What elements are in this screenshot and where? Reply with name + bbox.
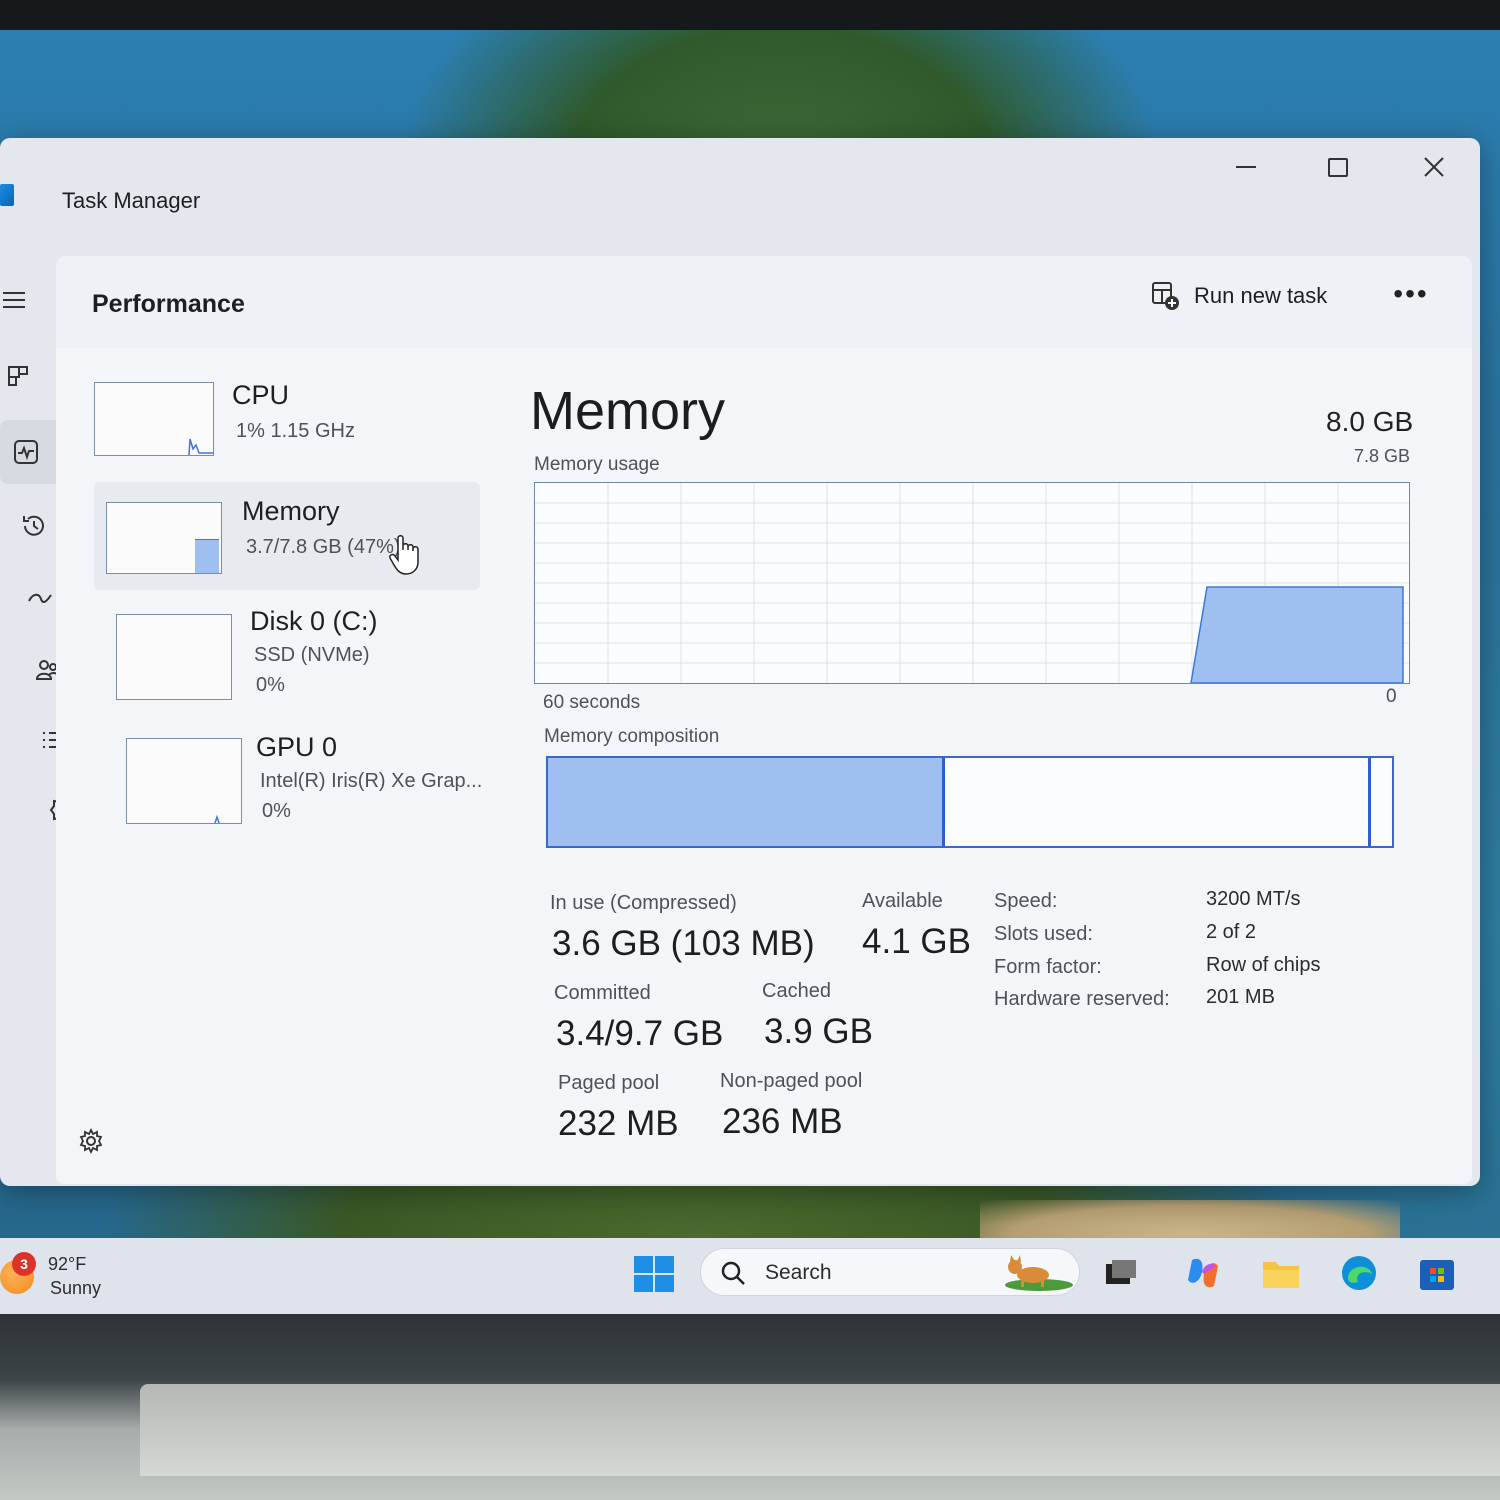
menu-icon — [3, 292, 25, 308]
disk-thumbnail — [116, 614, 232, 700]
laptop-hinge — [140, 1384, 1500, 1476]
minimize-button[interactable] — [1224, 152, 1268, 182]
maximize-icon — [1328, 157, 1348, 177]
non-paged-pool-label: Non-paged pool — [720, 1070, 863, 1092]
non-paged-pool-value: 236 MB — [722, 1102, 843, 1141]
hand-cursor-icon — [389, 535, 419, 575]
app-history-icon — [23, 515, 44, 536]
performance-pane: Performance Run new task ••• CPU 1% 1.15… — [56, 256, 1472, 1184]
store-icon — [1420, 1260, 1454, 1290]
device-stat: 1% 1.15 GHz — [236, 420, 355, 442]
slots-used-value: 2 of 2 — [1206, 921, 1257, 943]
memory-usage-plot — [535, 483, 1409, 684]
close-button[interactable] — [1412, 152, 1456, 182]
device-memory[interactable]: Memory 3.7/7.8 GB (47%) — [94, 482, 480, 590]
start-button[interactable] — [632, 1254, 676, 1294]
run-new-task-label: Run new task — [1194, 283, 1328, 308]
hardware-reserved-value: 201 MB — [1206, 986, 1275, 1008]
form-factor-label: Form factor: — [994, 956, 1102, 978]
speed-value: 3200 MT/s — [1206, 888, 1301, 910]
memory-heading: Memory — [530, 381, 726, 441]
composition-free — [1368, 758, 1392, 846]
cached-value: 3.9 GB — [764, 1012, 873, 1051]
committed-label: Committed — [554, 982, 651, 1004]
in-use-value: 3.6 GB (103 MB) — [552, 924, 815, 963]
graph-time-span: 60 seconds — [543, 692, 641, 713]
edge-button[interactable] — [1338, 1252, 1380, 1294]
form-factor-value: Row of chips — [1206, 954, 1321, 976]
composition-in-use — [548, 758, 945, 846]
cpu-thumbnail — [94, 382, 214, 456]
task-manager-window: Task Manager Performance Run new task ••… — [0, 138, 1480, 1186]
available-label: Available — [862, 890, 943, 912]
weather-badge: 3 — [12, 1252, 36, 1276]
run-new-task-button[interactable]: Run new task — [1150, 276, 1327, 316]
edge-icon — [1342, 1256, 1376, 1290]
copilot-icon — [1188, 1258, 1218, 1288]
device-usage: 0% — [256, 674, 285, 696]
device-stat: SSD (NVMe) — [254, 644, 370, 666]
taskbar-search[interactable]: Search — [700, 1248, 1080, 1296]
device-gpu[interactable]: GPU 0 Intel(R) Iris(R) Xe Grap... 0% — [118, 722, 518, 842]
search-icon — [721, 1261, 745, 1285]
committed-value: 3.4/9.7 GB — [556, 1014, 724, 1053]
memory-usage-max: 7.8 GB — [1354, 446, 1411, 466]
weather-temperature[interactable]: 92°F — [48, 1254, 86, 1275]
paged-pool-label: Paged pool — [558, 1072, 660, 1094]
device-name: GPU 0 — [256, 732, 338, 762]
task-manager-app-icon — [0, 184, 14, 206]
copilot-button[interactable] — [1182, 1252, 1224, 1294]
available-value: 4.1 GB — [862, 922, 971, 961]
search-placeholder: Search — [765, 1261, 832, 1284]
settings-icon — [79, 1127, 103, 1155]
startup-apps-icon — [28, 593, 52, 603]
task-view-icon — [1106, 1260, 1136, 1284]
device-stat: 3.7/7.8 GB (47%) — [246, 536, 401, 558]
nav-startup-apps[interactable] — [20, 578, 60, 618]
device-name: CPU — [232, 380, 290, 410]
start-icon — [634, 1256, 674, 1292]
run-task-icon — [1152, 282, 1179, 310]
paged-pool-value: 232 MB — [558, 1104, 679, 1143]
page-title: Performance — [92, 290, 245, 318]
device-disk[interactable]: Disk 0 (C:) SSD (NVMe) 0% — [106, 596, 506, 716]
more-options-button[interactable]: ••• — [1386, 276, 1436, 312]
nav-performance[interactable] — [6, 432, 46, 472]
cached-label: Cached — [762, 980, 831, 1002]
nav-processes[interactable] — [0, 356, 38, 396]
task-view-button[interactable] — [1100, 1252, 1142, 1294]
memory-composition-label: Memory composition — [544, 726, 720, 747]
slots-used-label: Slots used: — [994, 923, 1093, 945]
memory-usage-graph — [534, 482, 1410, 684]
performance-icon — [14, 440, 38, 464]
nav-app-history[interactable] — [14, 506, 54, 546]
nav-menu-button[interactable] — [0, 280, 34, 320]
processes-icon — [8, 366, 28, 386]
window-title: Task Manager — [62, 188, 201, 213]
device-usage: 0% — [262, 800, 291, 822]
memory-total: 8.0 GB — [1326, 406, 1414, 437]
gpu-thumbnail — [126, 738, 242, 824]
speed-label: Speed: — [994, 890, 1058, 912]
in-use-label: In use (Compressed) — [550, 892, 737, 914]
taskbar: 3 92°F Sunny Search — [0, 1238, 1500, 1314]
hardware-reserved-label: Hardware reserved: — [994, 988, 1170, 1010]
device-stat: Intel(R) Iris(R) Xe Grap... — [260, 770, 483, 792]
maximize-button[interactable] — [1316, 152, 1360, 182]
memory-thumbnail — [106, 502, 222, 574]
store-button[interactable] — [1416, 1252, 1458, 1294]
memory-usage-label: Memory usage — [534, 454, 660, 475]
weather-condition[interactable]: Sunny — [50, 1278, 101, 1299]
graph-axis-zero: 0 — [1386, 686, 1397, 707]
device-name: Disk 0 (C:) — [250, 606, 378, 636]
file-explorer-button[interactable] — [1260, 1252, 1302, 1294]
minimize-icon — [1236, 166, 1256, 168]
device-cpu[interactable]: CPU 1% 1.15 GHz — [86, 366, 486, 466]
memory-composition-bar — [546, 756, 1394, 848]
settings-button[interactable] — [76, 1126, 106, 1156]
close-icon — [1424, 157, 1444, 177]
search-highlight-dog-icon — [1005, 1255, 1073, 1291]
file-explorer-icon — [1263, 1262, 1299, 1288]
device-name: Memory — [242, 496, 340, 526]
